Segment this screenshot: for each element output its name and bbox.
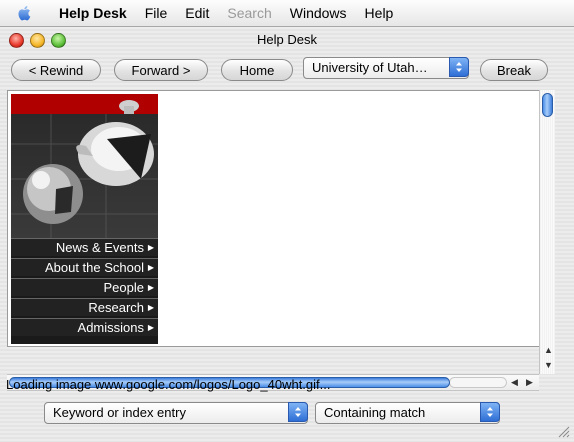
menu-file[interactable]: File (136, 5, 177, 21)
arrow-right-icon: ▶ (147, 283, 154, 292)
app-menu[interactable]: Help Desk (50, 5, 136, 21)
apple-menu-icon[interactable] (16, 4, 34, 22)
match-type-value: Containing match (324, 405, 426, 420)
scroll-right-arrow-icon[interactable]: ▶ (526, 377, 533, 388)
nav-research[interactable]: Research ▶ (11, 298, 158, 316)
arrow-right-icon: ▶ (147, 323, 154, 332)
forward-button[interactable]: Forward > (114, 59, 208, 81)
teapot-graphic-icon (11, 100, 158, 238)
menu-bar: Help Desk File Edit Search Windows Help (0, 0, 574, 27)
window-titlebar[interactable]: Help Desk (0, 27, 574, 51)
nav-news-events[interactable]: News & Events ▶ (11, 238, 158, 256)
scroll-left-arrow-icon[interactable]: ◀ (511, 377, 518, 388)
vertical-scrollbar[interactable]: ▲ ▼ (539, 90, 555, 374)
nav-about-school-label: About the School (44, 260, 144, 275)
help-desk-window: Help Desk < Rewind Forward > Home Univer… (0, 27, 574, 442)
popup-arrows-icon (449, 57, 469, 77)
page-header-graphic (11, 94, 158, 238)
nav-people[interactable]: People ▶ (11, 278, 158, 296)
nav-about-school[interactable]: About the School ▶ (11, 258, 158, 276)
web-page-image: News & Events ▶ About the School ▶ People ▶… (11, 94, 158, 344)
nav-admissions[interactable]: Admissions ▶ (11, 318, 158, 336)
arrow-right-icon: ▶ (147, 243, 154, 252)
menu-edit[interactable]: Edit (176, 5, 218, 21)
scroll-up-arrow-icon[interactable]: ▲ (544, 345, 553, 355)
break-button[interactable]: Break (480, 59, 548, 81)
status-text: Loading image www.google.com/logos/Logo_… (6, 377, 331, 392)
vertical-scroll-thumb[interactable] (542, 93, 553, 117)
menu-help[interactable]: Help (356, 5, 403, 21)
menu-windows[interactable]: Windows (281, 5, 356, 21)
match-type-popup[interactable]: Containing match (315, 402, 500, 424)
nav-research-label: Research (88, 300, 144, 315)
popup-arrows-icon (288, 402, 308, 422)
resize-grip-icon[interactable] (558, 426, 570, 438)
nav-people-label: People (103, 280, 144, 295)
help-content-view[interactable]: News & Events ▶ About the School ▶ People ▶… (7, 90, 542, 347)
location-popup[interactable]: University of Utah… (303, 57, 469, 79)
scroll-down-arrow-icon[interactable]: ▼ (544, 360, 553, 370)
popup-arrows-icon (480, 402, 500, 422)
window-title: Help Desk (257, 32, 317, 47)
arrow-right-icon: ▶ (147, 263, 154, 272)
search-type-popup[interactable]: Keyword or index entry (44, 402, 308, 424)
nav-news-events-label: News & Events (55, 240, 144, 255)
search-type-value: Keyword or index entry (53, 405, 186, 420)
arrow-right-icon: ▶ (147, 303, 154, 312)
menu-search[interactable]: Search (218, 5, 280, 21)
horizontal-scroll-track (449, 377, 507, 388)
nav-admissions-label: Admissions (77, 320, 144, 335)
home-button[interactable]: Home (221, 59, 293, 81)
location-popup-value: University of Utah… (312, 60, 428, 75)
rewind-button[interactable]: < Rewind (11, 59, 101, 81)
